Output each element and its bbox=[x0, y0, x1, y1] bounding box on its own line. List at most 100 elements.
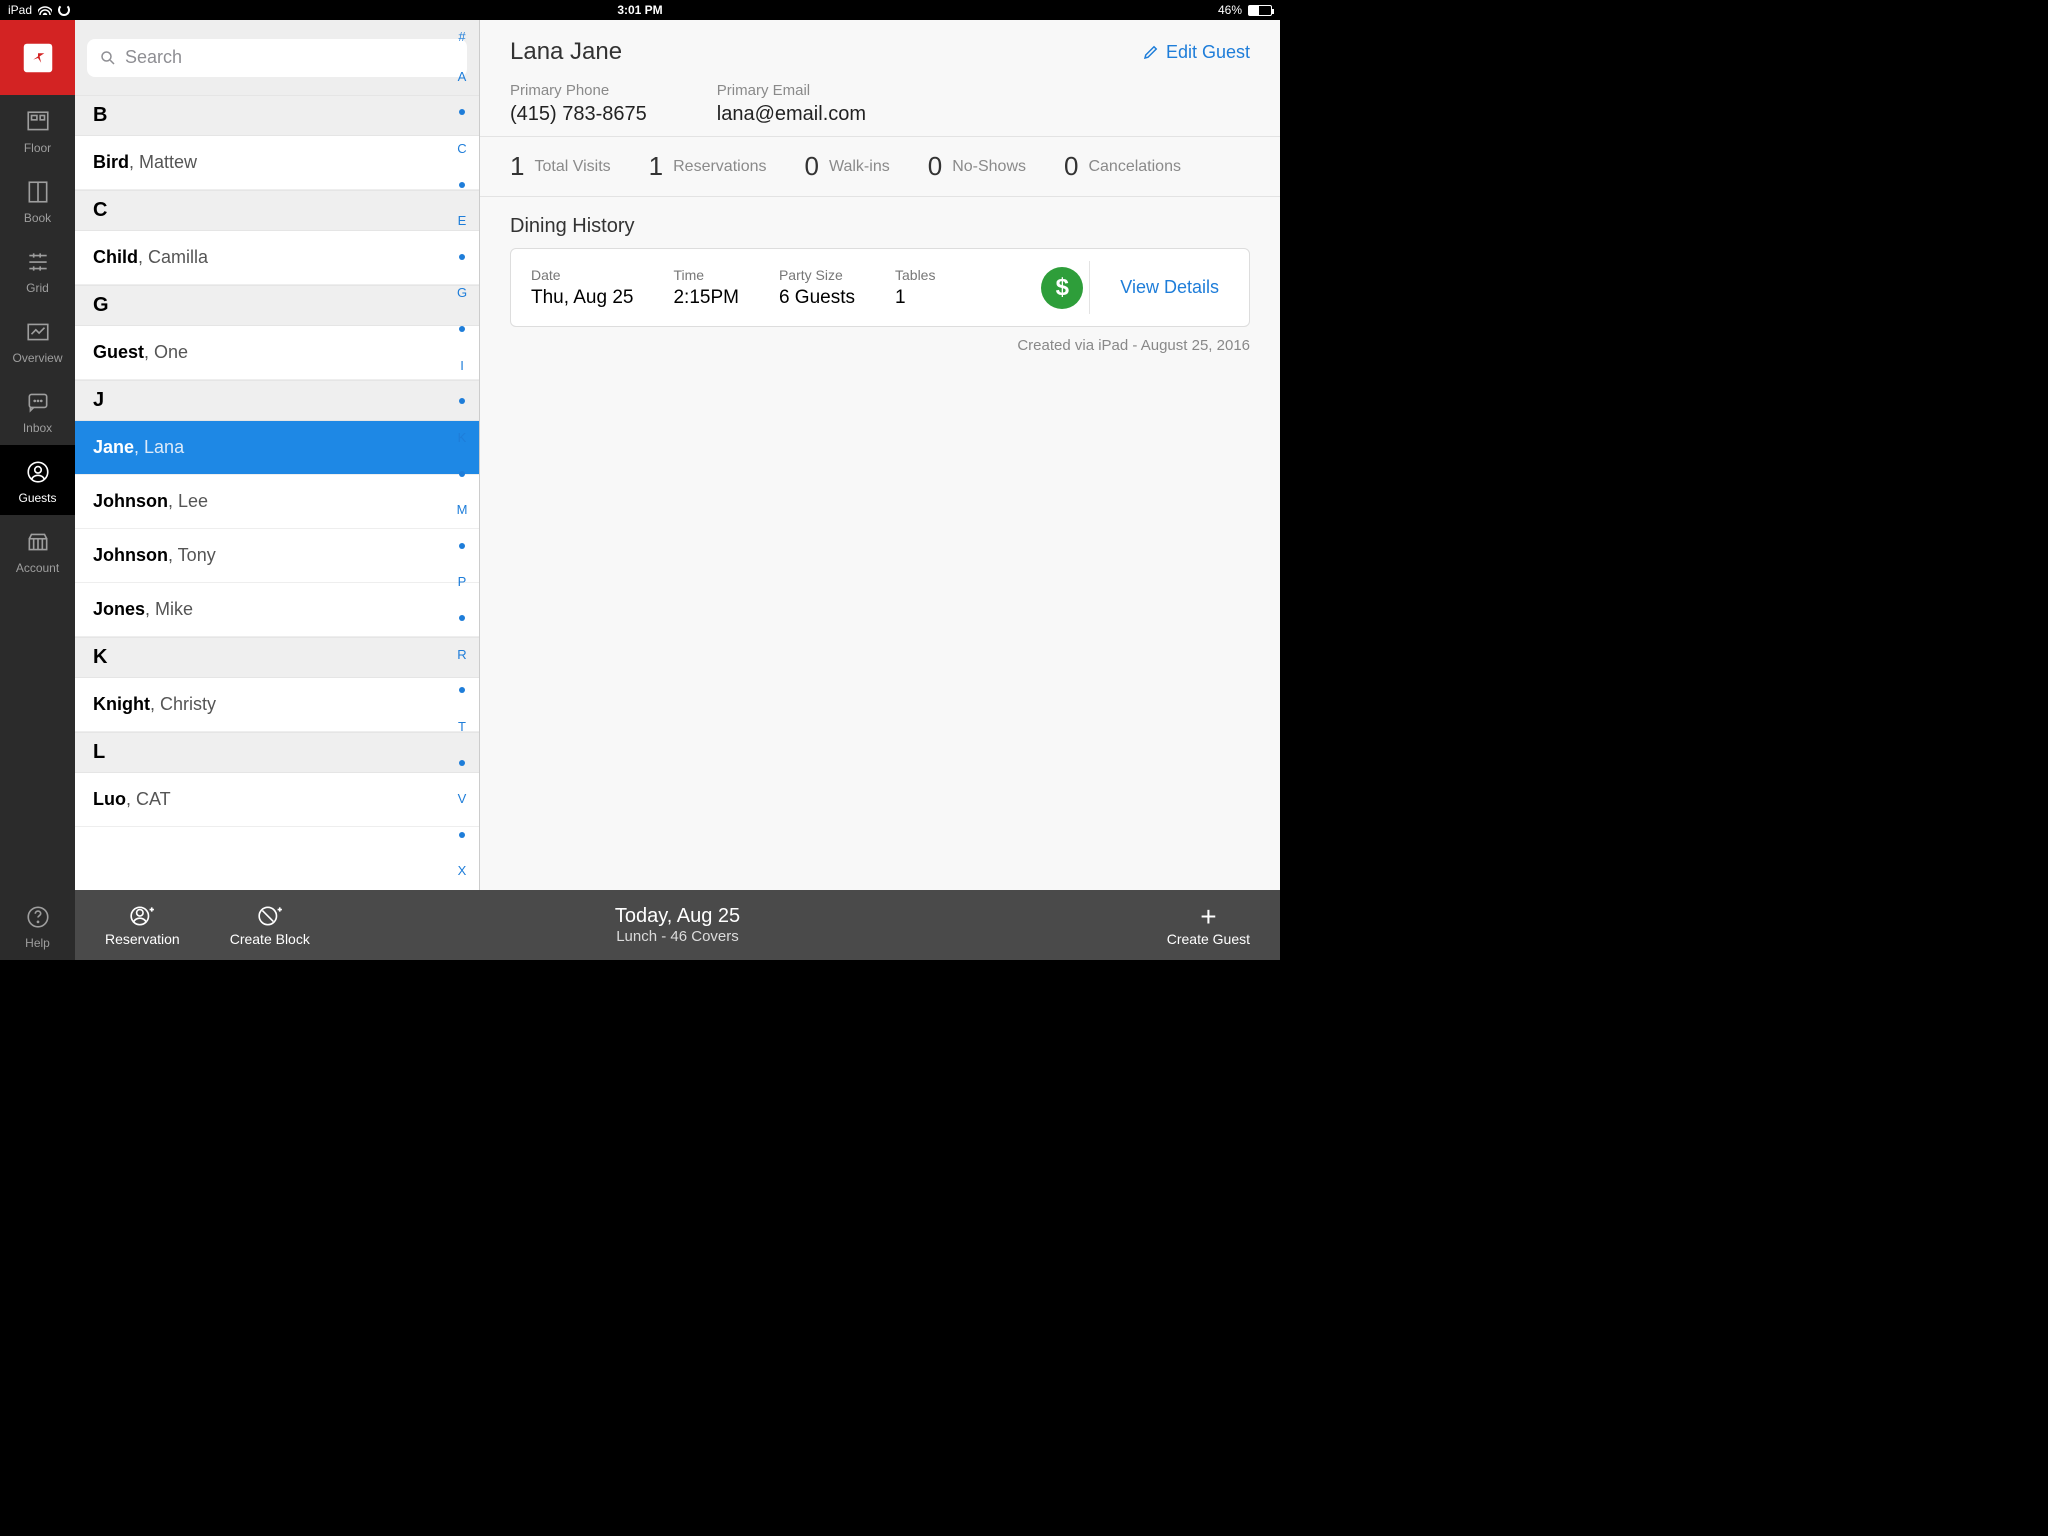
guest-row[interactable]: Jones, Mike bbox=[75, 583, 479, 637]
sidebar-item-grid[interactable]: Grid bbox=[0, 235, 75, 305]
search-input[interactable]: Search bbox=[87, 39, 467, 77]
index-char[interactable]: P bbox=[458, 575, 467, 588]
block-icon bbox=[255, 903, 285, 929]
sidebar-item-book[interactable]: Book bbox=[0, 165, 75, 235]
reservation-label: Reservation bbox=[105, 931, 180, 947]
sidebar-item-label: Inbox bbox=[23, 421, 52, 435]
index-char[interactable] bbox=[459, 254, 465, 260]
index-char[interactable]: X bbox=[458, 864, 467, 877]
stat-res-l: Reservations bbox=[673, 158, 766, 176]
guest-row[interactable]: Johnson, Tony bbox=[75, 529, 479, 583]
sidebar-item-floor[interactable]: Floor bbox=[0, 95, 75, 165]
index-char[interactable] bbox=[459, 687, 465, 693]
hist-party-l: Party Size bbox=[779, 267, 855, 283]
hist-time: 2:15PM bbox=[673, 287, 738, 309]
sidebar-item-guests[interactable]: Guests bbox=[0, 445, 75, 515]
guest-name: Lana Jane bbox=[510, 38, 622, 66]
search-placeholder: Search bbox=[125, 47, 182, 68]
index-char[interactable]: # bbox=[458, 30, 465, 43]
sidebar: Floor Book Grid Overview Inbox Guests Ac… bbox=[0, 20, 75, 960]
phone-value: (415) 783-8675 bbox=[510, 103, 647, 126]
guest-row[interactable]: Guest, One bbox=[75, 326, 479, 380]
dollar-icon: $ bbox=[1041, 267, 1083, 309]
index-char[interactable] bbox=[459, 326, 465, 332]
index-char[interactable]: I bbox=[460, 359, 464, 372]
loading-spinner-icon bbox=[58, 4, 70, 16]
index-char[interactable] bbox=[459, 471, 465, 477]
stat-res-n: 1 bbox=[649, 151, 663, 182]
alpha-index[interactable]: #ACEGIKMPRTVXZ bbox=[449, 24, 475, 956]
index-char[interactable]: E bbox=[458, 214, 467, 227]
stat-noshow-n: 0 bbox=[928, 151, 942, 182]
person-plus-icon bbox=[127, 903, 157, 929]
hist-party: 6 Guests bbox=[779, 287, 855, 309]
stat-visits-n: 1 bbox=[510, 151, 524, 182]
section-header: B bbox=[75, 95, 479, 136]
stat-walk-n: 0 bbox=[805, 151, 819, 182]
sidebar-item-inbox[interactable]: Inbox bbox=[0, 375, 75, 445]
pencil-icon bbox=[1142, 43, 1160, 61]
index-char[interactable] bbox=[459, 832, 465, 838]
section-header: K bbox=[75, 637, 479, 678]
index-char[interactable]: M bbox=[457, 503, 468, 516]
index-char[interactable]: R bbox=[457, 648, 466, 661]
sidebar-item-overview[interactable]: Overview bbox=[0, 305, 75, 375]
index-char[interactable]: A bbox=[458, 70, 467, 83]
edit-guest-button[interactable]: Edit Guest bbox=[1142, 42, 1250, 63]
sidebar-item-label: Overview bbox=[12, 351, 62, 365]
clock: 3:01 PM bbox=[617, 3, 662, 17]
guest-row[interactable]: Child, Camilla bbox=[75, 231, 479, 285]
hist-date: Thu, Aug 25 bbox=[531, 287, 633, 309]
guest-detail: Lana Jane Edit Guest Primary Phone (415)… bbox=[480, 20, 1280, 960]
hist-table-l: Tables bbox=[895, 267, 935, 283]
yelp-icon bbox=[19, 39, 57, 77]
sidebar-item-help[interactable]: Help bbox=[0, 890, 75, 960]
guest-row[interactable]: Bird, Mattew bbox=[75, 136, 479, 190]
index-char[interactable]: K bbox=[458, 431, 467, 444]
guest-list[interactable]: BBird, MattewCChild, CamillaGGuest, OneJ… bbox=[75, 95, 479, 960]
section-header: G bbox=[75, 285, 479, 326]
index-char[interactable]: T bbox=[458, 720, 466, 733]
stat-visits-l: Total Visits bbox=[534, 158, 610, 176]
stat-cancel-l: Cancelations bbox=[1088, 158, 1181, 176]
guest-row[interactable]: Knight, Christy bbox=[75, 678, 479, 732]
guests-icon bbox=[23, 459, 53, 485]
new-reservation-button[interactable]: Reservation bbox=[105, 903, 180, 947]
guest-row[interactable]: Jane, Lana bbox=[75, 421, 479, 475]
device-label: iPad bbox=[8, 3, 32, 17]
sidebar-item-account[interactable]: Account bbox=[0, 515, 75, 585]
sidebar-item-label: Floor bbox=[24, 141, 51, 155]
index-char[interactable]: V bbox=[458, 792, 467, 805]
overview-icon bbox=[23, 319, 53, 345]
index-char[interactable] bbox=[459, 543, 465, 549]
edit-guest-label: Edit Guest bbox=[1166, 42, 1250, 63]
app-logo[interactable] bbox=[0, 20, 75, 95]
sidebar-item-label: Grid bbox=[26, 281, 49, 295]
index-char[interactable] bbox=[459, 109, 465, 115]
index-char[interactable]: C bbox=[457, 142, 466, 155]
search-wrap: Search bbox=[75, 20, 479, 95]
create-block-button[interactable]: Create Block bbox=[230, 903, 310, 947]
guest-row[interactable]: Luo, CAT bbox=[75, 773, 479, 827]
stat-walk-l: Walk-ins bbox=[829, 158, 890, 176]
view-details-button[interactable]: View Details bbox=[1089, 261, 1249, 314]
index-char[interactable]: G bbox=[457, 286, 467, 299]
dining-history-title: Dining History bbox=[480, 197, 1280, 248]
index-char[interactable] bbox=[459, 182, 465, 188]
battery-icon bbox=[1248, 5, 1272, 16]
plus-icon: + bbox=[1167, 903, 1250, 931]
help-icon bbox=[23, 904, 53, 930]
index-char[interactable] bbox=[459, 615, 465, 621]
guest-row[interactable]: Johnson, Lee bbox=[75, 475, 479, 529]
bottom-bar: Reservation Create Block Today, Aug 25 L… bbox=[75, 890, 1280, 960]
bottom-date-button[interactable]: Today, Aug 25 Lunch - 46 Covers bbox=[615, 905, 740, 945]
section-header: J bbox=[75, 380, 479, 421]
grid-icon bbox=[23, 249, 53, 275]
account-icon bbox=[23, 529, 53, 555]
created-note: Created via iPad - August 25, 2016 bbox=[480, 327, 1280, 364]
create-guest-button[interactable]: + Create Guest bbox=[1167, 903, 1250, 947]
index-char[interactable] bbox=[459, 398, 465, 404]
status-bar: iPad 3:01 PM 46% bbox=[0, 0, 1280, 20]
index-char[interactable] bbox=[459, 760, 465, 766]
guest-list-pane: Search BBird, MattewC Child, CamillaG Gues… bbox=[75, 20, 480, 960]
